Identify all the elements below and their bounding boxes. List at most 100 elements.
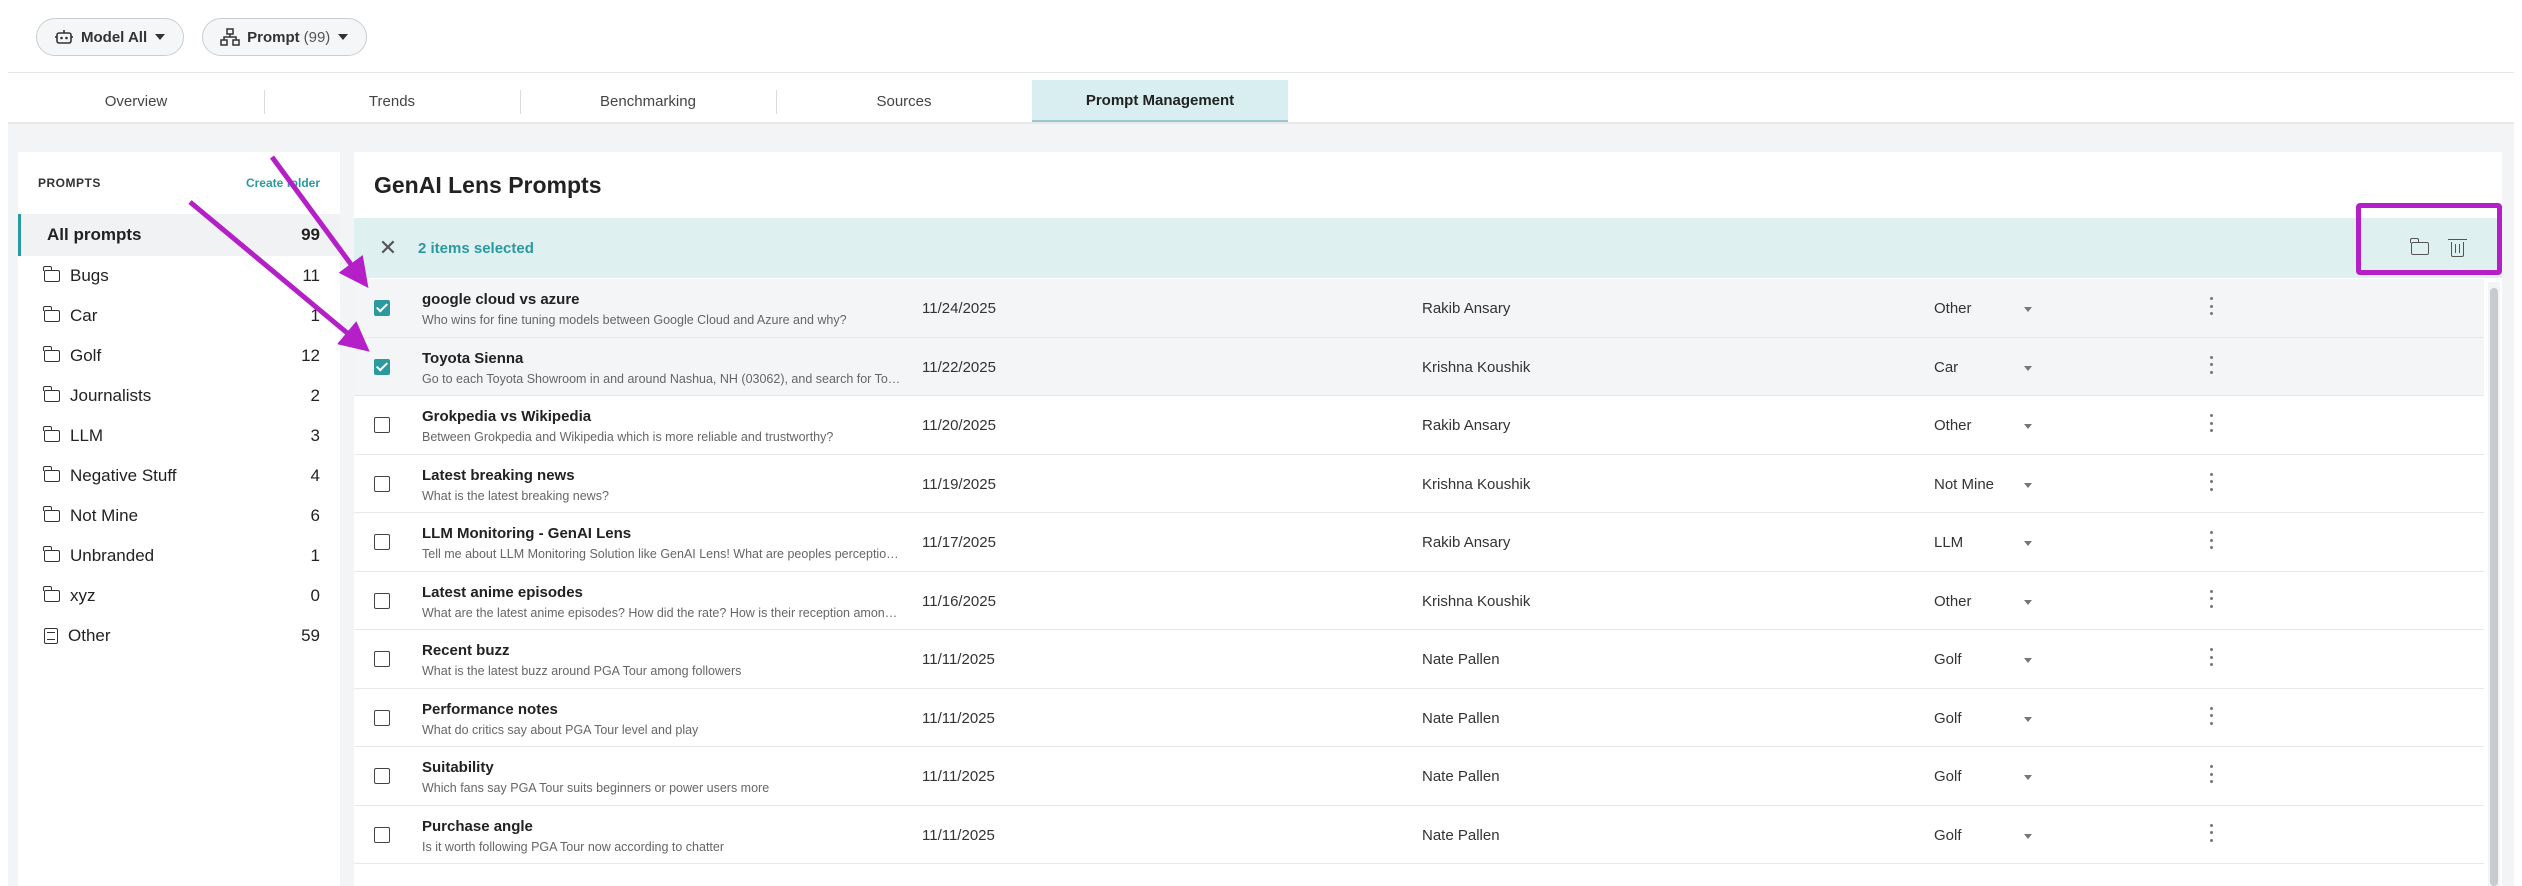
folder-icon [43, 386, 60, 402]
scrollbar-thumb[interactable] [2490, 288, 2498, 886]
chevron-down-icon[interactable] [2024, 775, 2032, 780]
scrollbar[interactable] [2488, 282, 2500, 886]
folder-select-value[interactable]: Not Mine [1934, 476, 1994, 493]
sidebar-item-label: Not Mine [70, 506, 139, 525]
prompt-title: Purchase angle [422, 817, 533, 835]
row-checkbox[interactable] [374, 651, 390, 667]
prompt-title: google cloud vs azure [422, 291, 580, 308]
robot-icon [53, 26, 75, 48]
sidebar-item-label: All prompts [47, 225, 142, 244]
row-checkbox[interactable] [374, 300, 390, 316]
filter-bar: Model All Prompt (99) [36, 18, 368, 56]
table-row[interactable]: Latest anime episodes What are the lates… [354, 572, 2484, 630]
prompt-owner: Nate Pallen [1422, 651, 1500, 668]
hierarchy-icon [219, 26, 241, 48]
folder-select-value[interactable]: Other [1934, 417, 1972, 434]
prompts-panel: GenAI Lens Prompts ✕ 2 items selected go… [354, 152, 2502, 886]
folder-icon [43, 306, 60, 322]
sidebar-item-not-mine[interactable]: Not Mine 6 [18, 496, 340, 536]
folder-select-value[interactable]: Other [1934, 593, 1972, 610]
folder-icon [43, 266, 60, 282]
row-checkbox[interactable] [374, 826, 390, 843]
row-checkbox[interactable] [374, 417, 390, 433]
chevron-down-icon[interactable] [2024, 833, 2032, 839]
more-options-icon[interactable] [2210, 355, 2214, 374]
tab-prompt-management[interactable]: Prompt Management [1032, 80, 1288, 122]
chevron-down-icon[interactable] [2024, 307, 2032, 312]
prompt-description: Which fans say PGA Tour suits beginners … [422, 781, 770, 795]
sidebar-item-negative-stuff[interactable]: Negative Stuff 4 [18, 456, 340, 496]
table-row[interactable]: Grokpedia vs Wikipedia Between Grokpedia… [354, 396, 2484, 455]
more-options-icon[interactable] [2210, 297, 2214, 315]
chevron-down-icon[interactable] [2024, 658, 2032, 663]
folder-select-value[interactable]: Other [1934, 300, 1972, 317]
sidebar-item-count: 0 [310, 586, 320, 605]
chevron-down-icon[interactable] [2024, 599, 2032, 605]
more-options-icon[interactable] [2210, 648, 2214, 666]
sidebar-item-llm[interactable]: LLM 3 [18, 416, 340, 456]
sidebar-item-xyz[interactable]: xyz 0 [18, 576, 340, 616]
row-checkbox[interactable] [374, 768, 390, 784]
chevron-down-icon[interactable] [2024, 424, 2032, 429]
prompt-title: Latest anime episodes [422, 583, 583, 601]
more-options-icon[interactable] [2210, 765, 2214, 783]
chevron-down-icon[interactable] [2024, 716, 2032, 722]
more-options-icon[interactable] [2210, 472, 2214, 491]
row-checkbox[interactable] [374, 709, 390, 726]
table-row[interactable]: google cloud vs azure Who wins for fine … [354, 279, 2484, 338]
table-row[interactable]: Recent buzz What is the latest buzz arou… [354, 630, 2484, 689]
more-options-icon[interactable] [2210, 706, 2214, 725]
table-row[interactable]: Latest breaking news What is the latest … [354, 455, 2484, 513]
folder-select-value[interactable]: LLM [1934, 534, 1963, 551]
sidebar-item-car[interactable]: Car 1 [18, 296, 340, 336]
sidebar-item-unbranded[interactable]: Unbranded 1 [18, 536, 340, 576]
folder-select-value[interactable]: Car [1934, 359, 1958, 376]
prompt-description: What is the latest breaking news? [422, 488, 609, 503]
tab-benchmarking[interactable]: Benchmarking [520, 80, 776, 122]
sidebar-title: PROMPTS [38, 176, 101, 190]
tab-overview[interactable]: Overview [8, 80, 264, 122]
prompt-date: 11/11/2025 [922, 709, 995, 727]
sidebar-item-count: 2 [310, 386, 320, 405]
sidebar-item-other[interactable]: Other 59 [18, 616, 340, 656]
sidebar-item-label: xyz [70, 586, 96, 605]
folder-icon [43, 506, 60, 522]
sidebar-item-label: Unbranded [70, 546, 155, 565]
tab-trends[interactable]: Trends [264, 80, 520, 122]
prompt-filter-button[interactable]: Prompt (99) [202, 18, 368, 56]
table-row[interactable]: Performance notes What do critics say ab… [354, 689, 2484, 747]
sidebar-item-bugs[interactable]: Bugs 11 [18, 256, 340, 296]
row-checkbox[interactable] [374, 592, 390, 609]
sidebar-item-golf[interactable]: Golf 12 [18, 336, 340, 376]
tab-sources[interactable]: Sources [776, 80, 1032, 122]
model-filter-button[interactable]: Model All [36, 18, 185, 56]
row-checkbox[interactable] [374, 475, 390, 492]
row-checkbox[interactable] [374, 358, 390, 375]
clear-selection-button[interactable]: ✕ [368, 235, 408, 261]
table-row[interactable]: Toyota Sienna Go to each Toyota Showroom… [354, 337, 2484, 396]
chevron-down-icon[interactable] [2024, 365, 2032, 371]
create-folder-link[interactable]: Create folder [246, 176, 320, 190]
folder-select-value[interactable]: Golf [1934, 651, 1962, 668]
table-row[interactable]: LLM Monitoring - GenAI Lens Tell me abou… [354, 513, 2484, 572]
table-row[interactable]: Purchase angle Is it worth following PGA… [354, 806, 2484, 864]
more-options-icon[interactable] [2210, 823, 2214, 842]
sidebar-item-journalists[interactable]: Journalists 2 [18, 376, 340, 416]
prompts-sidebar: PROMPTS Create folder All prompts 99 Bug… [18, 152, 340, 886]
folder-select-value[interactable]: Golf [1934, 827, 1962, 844]
more-options-icon[interactable] [2210, 414, 2214, 432]
sidebar-item-all-prompts[interactable]: All prompts 99 [18, 214, 340, 256]
folder-select-value[interactable]: Golf [1934, 768, 1962, 785]
prompt-date: 11/20/2025 [922, 417, 996, 434]
prompt-owner: Rakib Ansary [1422, 417, 1511, 434]
prompt-title: Performance notes [422, 700, 558, 718]
more-options-icon[interactable] [2210, 531, 2214, 549]
chevron-down-icon[interactable] [2024, 541, 2032, 546]
selection-count: 2 items selected [418, 239, 534, 257]
folder-select-value[interactable]: Golf [1934, 710, 1962, 727]
sidebar-item-label: Car [70, 306, 98, 325]
chevron-down-icon[interactable] [2024, 482, 2032, 488]
table-row[interactable]: Suitability Which fans say PGA Tour suit… [354, 747, 2484, 806]
more-options-icon[interactable] [2210, 589, 2214, 608]
row-checkbox[interactable] [374, 534, 390, 550]
